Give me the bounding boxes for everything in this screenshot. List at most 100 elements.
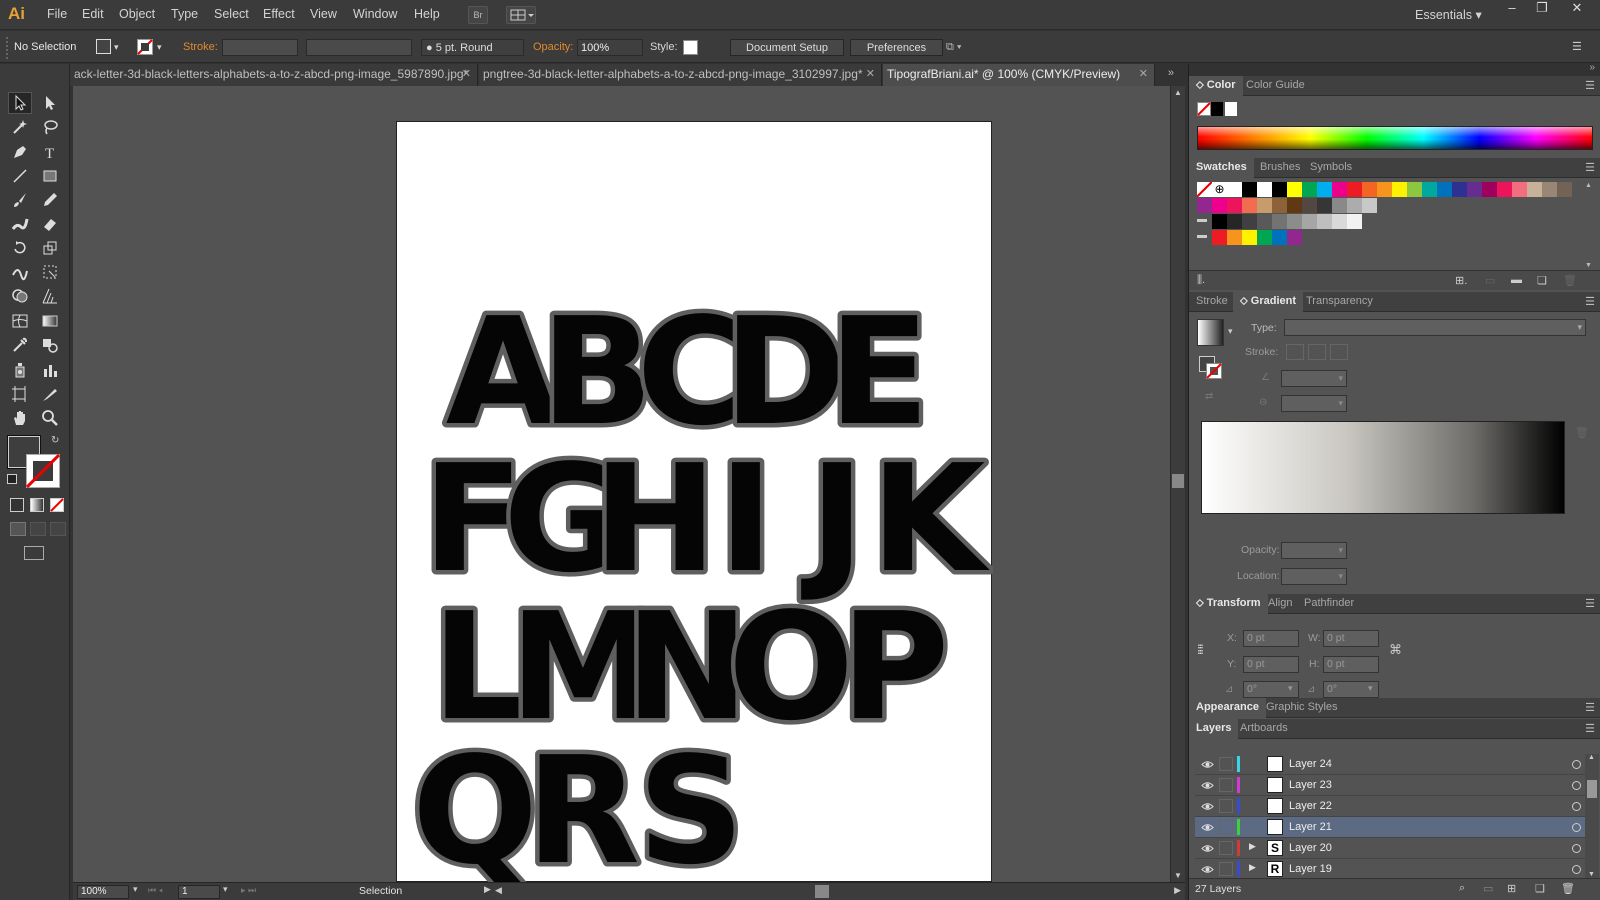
color-swatch[interactable] xyxy=(1542,182,1557,197)
stroke-weight-field[interactable] xyxy=(222,39,298,56)
color-swatch[interactable] xyxy=(1272,198,1287,213)
color-swatch[interactable] xyxy=(1332,198,1347,213)
rotate-tool[interactable] xyxy=(8,237,32,259)
gradient-location-field[interactable]: ▾ xyxy=(1281,568,1347,585)
layer-row[interactable]: Layer 21 xyxy=(1195,817,1595,838)
selection-tool[interactable] xyxy=(8,92,32,114)
color-swatch[interactable] xyxy=(1302,182,1317,197)
tab-appearance[interactable]: Appearance xyxy=(1189,698,1266,718)
brush-definition-select[interactable]: ● 5 pt. Round xyxy=(421,39,524,56)
artboard-number-field[interactable]: 1 xyxy=(178,885,220,899)
paintbrush-tool[interactable] xyxy=(8,189,32,211)
color-swatch[interactable] xyxy=(1467,182,1482,197)
eye-icon[interactable] xyxy=(1201,842,1214,855)
none-color-icon[interactable] xyxy=(1197,102,1211,116)
stroke-color-indicator[interactable] xyxy=(26,454,60,488)
scroll-up-icon[interactable]: ▲ xyxy=(1588,754,1595,761)
swatch-libraries-icon[interactable]: ⫼. xyxy=(1197,274,1205,287)
letter-h[interactable]: H xyxy=(589,429,722,610)
workspace-switcher[interactable]: Essentials ▾ xyxy=(1415,7,1482,22)
close-icon[interactable]: ✕ xyxy=(866,64,875,85)
close-icon[interactable]: ✕ xyxy=(462,64,471,85)
color-swatch[interactable] xyxy=(1272,182,1287,197)
screen-mode-button[interactable] xyxy=(24,546,44,560)
color-swatch[interactable] xyxy=(1212,198,1227,213)
scroll-right-icon[interactable]: ▶ xyxy=(1174,885,1181,896)
letter-p[interactable]: P xyxy=(836,577,953,758)
layer-row[interactable]: ▶ S Layer 20 xyxy=(1195,838,1595,859)
color-swatch[interactable] xyxy=(1362,198,1377,213)
draw-behind-button[interactable] xyxy=(30,522,46,536)
eye-icon[interactable] xyxy=(1201,800,1214,813)
target-circle-icon[interactable] xyxy=(1572,865,1581,874)
registration-swatch[interactable]: ⊕ xyxy=(1212,182,1227,197)
menu-view[interactable]: View xyxy=(310,7,337,21)
color-swatch[interactable] xyxy=(1242,214,1257,229)
color-swatch[interactable] xyxy=(1407,182,1422,197)
color-swatch[interactable] xyxy=(1347,198,1362,213)
scroll-thumb[interactable] xyxy=(1172,474,1184,488)
gradient-type-select[interactable]: ▾ xyxy=(1284,319,1586,336)
color-swatch[interactable] xyxy=(1512,182,1527,197)
menu-help[interactable]: Help xyxy=(414,7,440,21)
menu-window[interactable]: Window xyxy=(353,7,397,21)
layers-scrollbar[interactable]: ▲ ▼ xyxy=(1585,754,1599,878)
scroll-down-icon[interactable]: ▼ xyxy=(1588,871,1595,878)
panel-menu-icon[interactable]: ☰ xyxy=(1572,39,1582,56)
first-artboard-icon[interactable]: ⏮ ◂ xyxy=(148,885,163,896)
gradient-mode-button[interactable] xyxy=(30,498,44,512)
color-swatch[interactable] xyxy=(1482,182,1497,197)
letter-q[interactable]: Q xyxy=(408,721,543,900)
color-swatch[interactable] xyxy=(1557,182,1572,197)
color-swatch[interactable] xyxy=(1287,214,1302,229)
color-swatch[interactable] xyxy=(1227,230,1242,245)
menu-type[interactable]: Type xyxy=(171,7,198,21)
menu-edit[interactable]: Edit xyxy=(82,7,104,21)
color-swatch[interactable] xyxy=(1287,182,1302,197)
last-artboard-icon[interactable]: ▸ ⏭ xyxy=(241,885,256,896)
color-swatch[interactable] xyxy=(1272,214,1287,229)
gradient-opacity-field[interactable]: ▾ xyxy=(1281,542,1347,559)
color-swatch[interactable] xyxy=(1392,182,1407,197)
eraser-tool[interactable] xyxy=(38,213,62,235)
lock-toggle[interactable] xyxy=(1219,820,1233,834)
target-circle-icon[interactable] xyxy=(1572,760,1581,769)
tab-transform[interactable]: ⬦ Transform xyxy=(1189,594,1268,614)
reference-point-icon[interactable]: ⁞⁞⁞ xyxy=(1197,642,1204,657)
tab-pathfinder[interactable]: Pathfinder xyxy=(1297,594,1361,614)
color-swatch[interactable] xyxy=(1422,182,1437,197)
scroll-left-icon[interactable]: ◀ xyxy=(495,885,502,896)
pen-tool[interactable] xyxy=(8,141,32,163)
tab-graphic-styles[interactable]: Graphic Styles xyxy=(1259,698,1345,718)
line-segment-tool[interactable] xyxy=(8,165,32,187)
layer-row[interactable]: ▶ R Layer 19 xyxy=(1195,859,1595,880)
color-swatch[interactable] xyxy=(1377,182,1392,197)
pencil-tool[interactable] xyxy=(38,189,62,211)
new-swatch-icon[interactable]: ❏ xyxy=(1537,274,1547,287)
tab-transparency[interactable]: Transparency xyxy=(1299,292,1380,312)
column-graph-tool[interactable] xyxy=(38,359,62,381)
artboard[interactable]: ABCDEFGHIJKLMNOPQRS xyxy=(396,121,995,900)
color-swatch[interactable] xyxy=(1452,182,1467,197)
new-group-icon[interactable]: ▬ xyxy=(1511,274,1522,286)
delete-stop-icon[interactable]: 🗑 xyxy=(1575,426,1589,439)
color-swatch[interactable] xyxy=(1287,198,1302,213)
artboard-tool[interactable] xyxy=(8,383,32,405)
color-swatch[interactable] xyxy=(1257,198,1272,213)
color-swatch[interactable] xyxy=(1497,182,1512,197)
color-swatch[interactable] xyxy=(1317,214,1332,229)
reverse-gradient-icon[interactable]: ⇄ xyxy=(1205,391,1213,402)
stroke-label[interactable]: Stroke: xyxy=(183,39,218,56)
tab-brushes[interactable]: Brushes xyxy=(1253,158,1307,178)
transform-y-field[interactable]: 0 pt xyxy=(1243,656,1299,673)
arrange-documents-button[interactable] xyxy=(506,6,536,24)
color-swatch[interactable] xyxy=(1257,182,1272,197)
hand-tool[interactable] xyxy=(8,407,32,429)
eye-icon[interactable] xyxy=(1201,779,1214,792)
letter-s[interactable]: S xyxy=(633,721,749,900)
zoom-tool[interactable] xyxy=(38,407,62,429)
opacity-field[interactable]: 100% xyxy=(577,39,643,56)
color-swatch[interactable] xyxy=(1332,182,1347,197)
color-swatch[interactable] xyxy=(1227,182,1242,197)
target-circle-icon[interactable] xyxy=(1572,844,1581,853)
